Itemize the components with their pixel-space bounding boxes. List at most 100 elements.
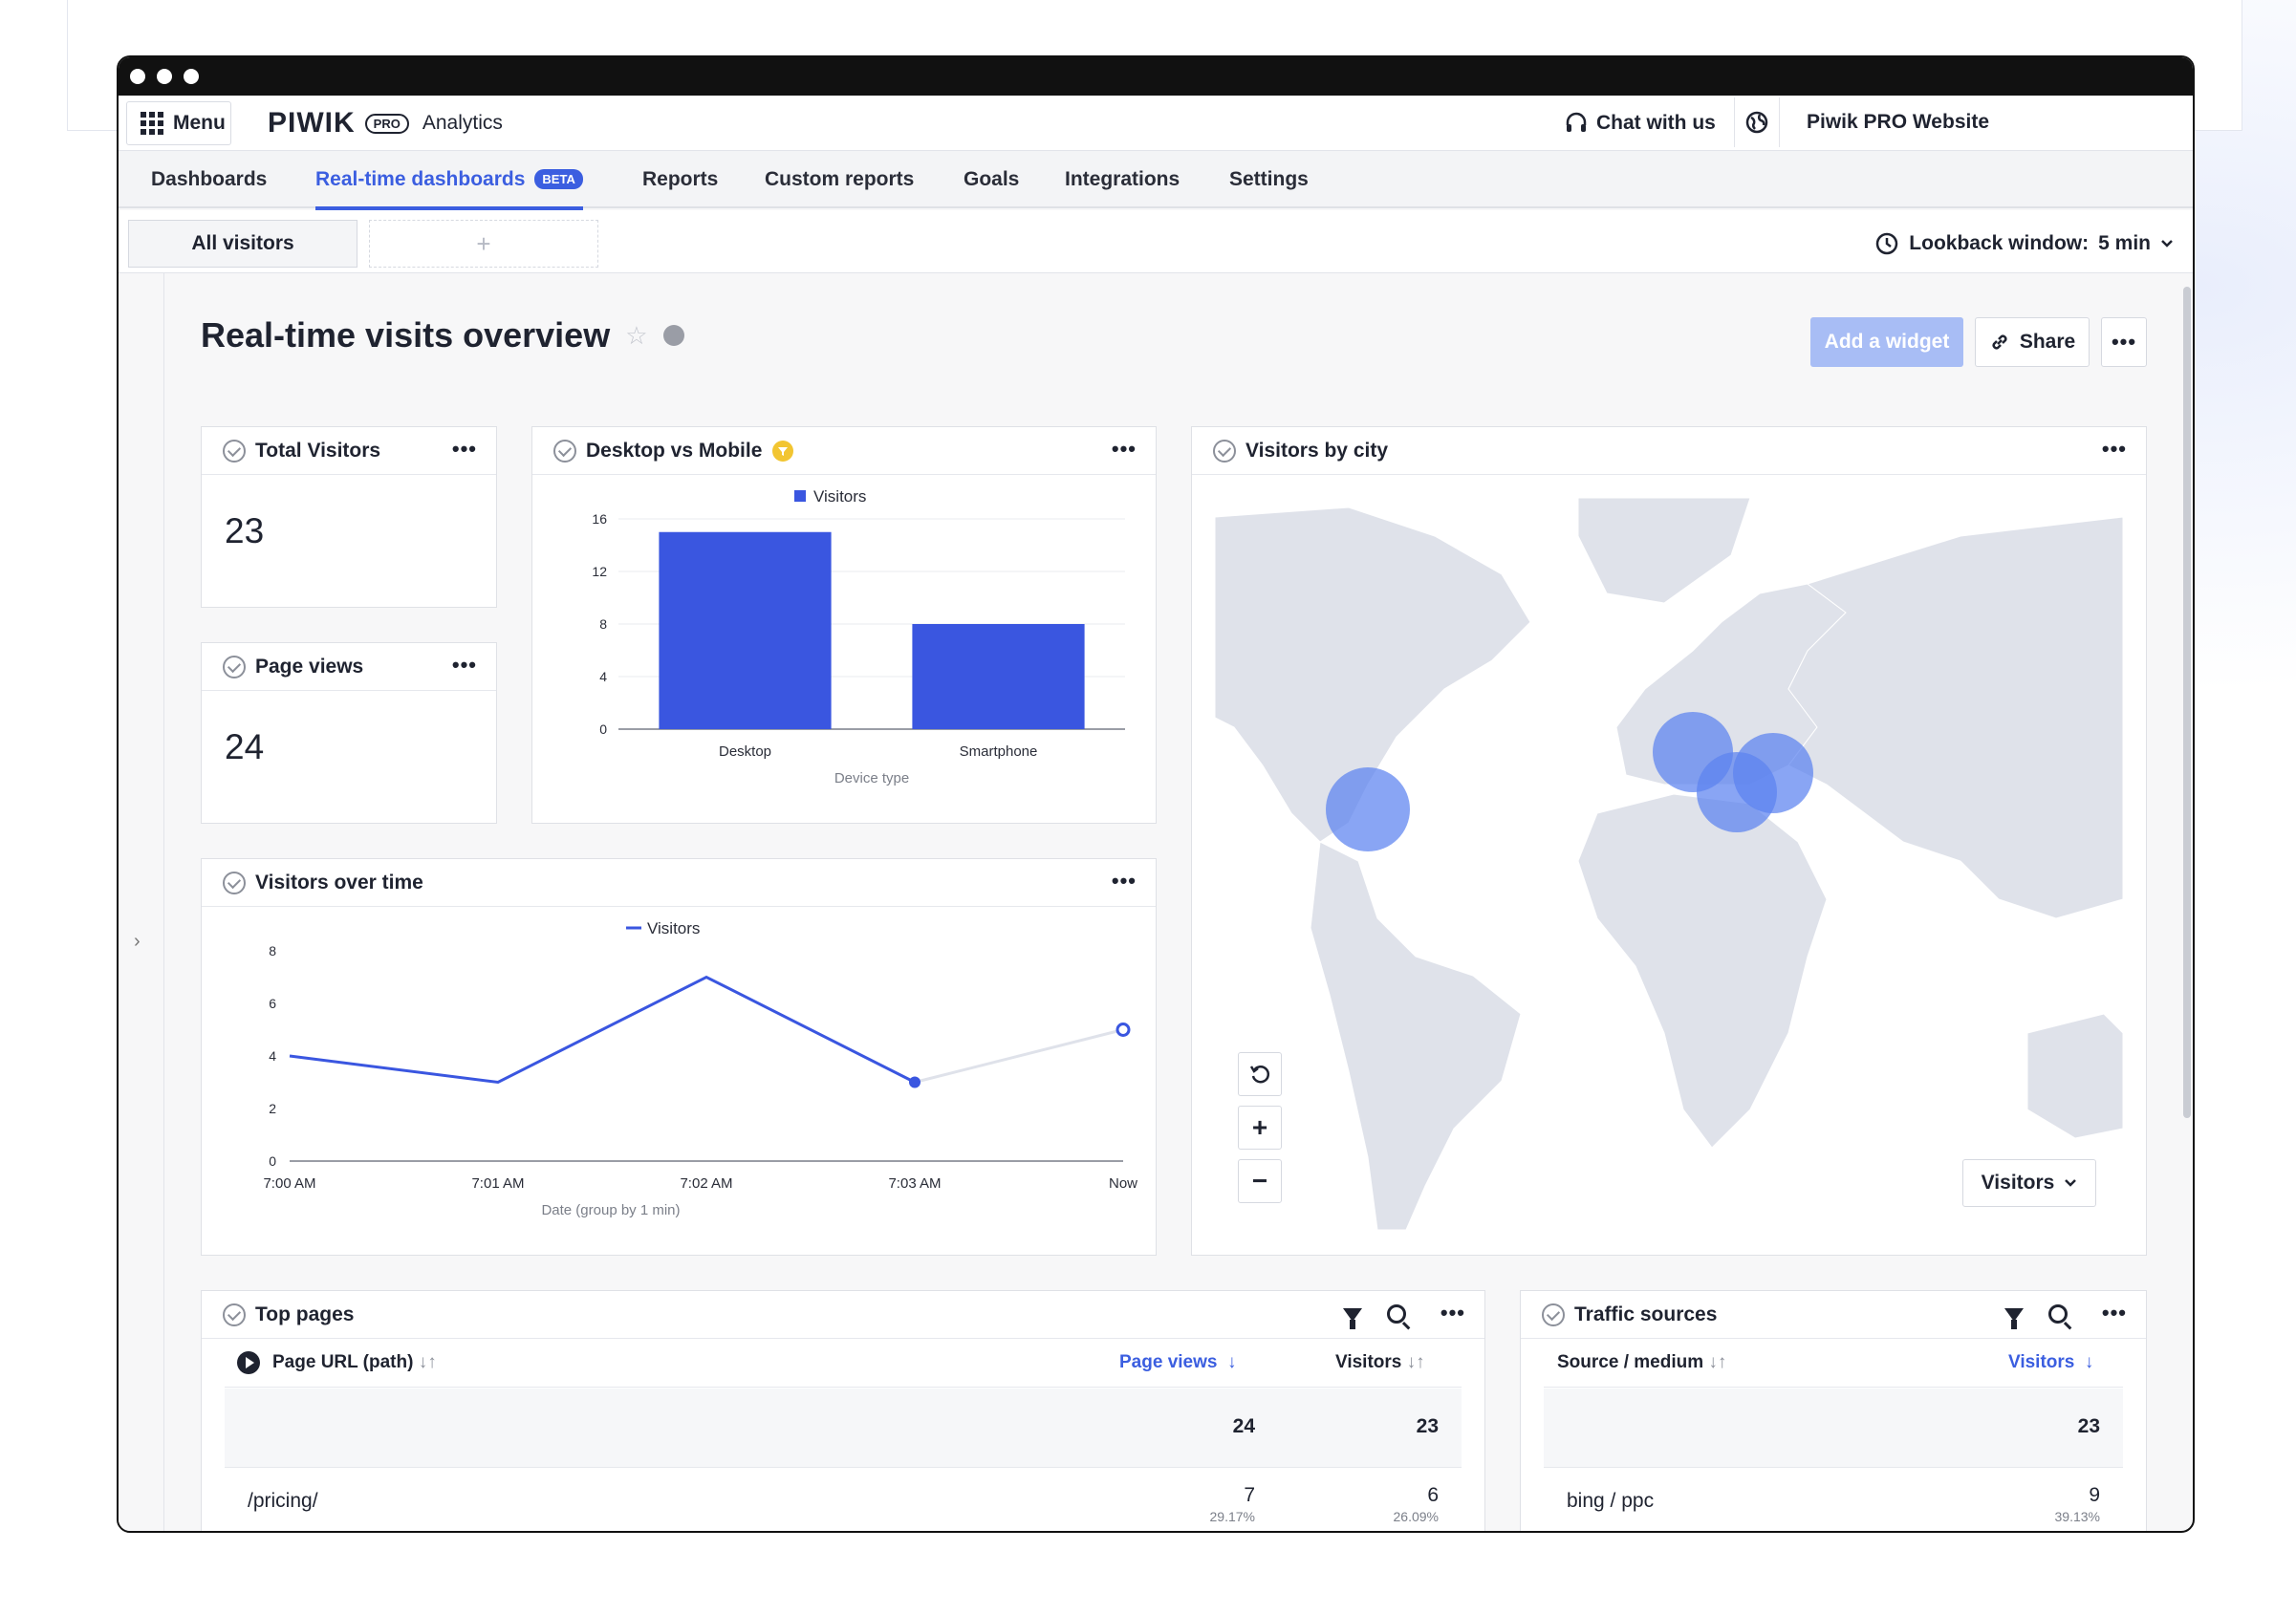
- y-tick-label: 4: [269, 1048, 276, 1064]
- col-page-views[interactable]: Page views ↓: [1119, 1352, 1237, 1373]
- row-source[interactable]: bing / ppc: [1567, 1490, 1654, 1513]
- window-dot-close[interactable]: [130, 69, 145, 84]
- col-page-url[interactable]: Page URL (path) ↓↑: [272, 1352, 437, 1373]
- share-button[interactable]: Share: [1975, 317, 2090, 367]
- widget-title: Total Visitors: [255, 439, 381, 462]
- divider: [225, 1387, 1462, 1388]
- col-visitors-label: Visitors: [2008, 1352, 2075, 1372]
- widget-more-button[interactable]: •••: [1440, 1301, 1465, 1325]
- widget-page-views: Page views ••• 24: [201, 642, 497, 824]
- logo[interactable]: PIWIK PRO Analytics: [268, 107, 503, 140]
- check-circle-icon: [1213, 439, 1236, 463]
- y-tick-label: 12: [592, 564, 607, 579]
- row-visitors-pct: 26.09%: [1393, 1509, 1439, 1524]
- col-source-medium[interactable]: Source / medium ↓↑: [1557, 1352, 1726, 1373]
- map-bubble-europe-central[interactable]: [1697, 752, 1777, 832]
- world-map[interactable]: [1215, 498, 2123, 1230]
- menu-button[interactable]: Menu: [126, 101, 231, 145]
- window-dot-minimize[interactable]: [157, 69, 172, 84]
- main-nav: Dashboards Real-time dashboards BETA Repo…: [119, 151, 2193, 210]
- dashboard-tabs-bar: All visitors + Lookback window: 5 min: [119, 210, 2193, 273]
- nav-dashboards[interactable]: Dashboards: [151, 168, 267, 191]
- col-source-label: Source / medium: [1557, 1352, 1704, 1372]
- search-icon[interactable]: [1387, 1304, 1406, 1324]
- widget-title: Desktop vs Mobile: [586, 439, 763, 462]
- nav-integrations[interactable]: Integrations: [1065, 168, 1180, 191]
- app-window: Menu PIWIK PRO Analytics Chat with us Pi…: [117, 55, 2195, 1533]
- nav-real-time-dashboards[interactable]: Real-time dashboards BETA: [315, 168, 583, 210]
- bar-chart: Visitors 0 4 8 12 16 Desktop Smartphone Device t…: [592, 487, 1125, 786]
- widget-header: Traffic sources •••: [1521, 1291, 2146, 1339]
- data-point-now[interactable]: [1116, 1023, 1131, 1037]
- y-tick-label: 8: [269, 943, 276, 958]
- add-tab-button[interactable]: +: [369, 220, 598, 268]
- x-tick-label: Smartphone: [960, 743, 1038, 760]
- add-widget-button[interactable]: Add a widget: [1810, 317, 1963, 367]
- widget-header: Visitors over time •••: [202, 859, 1156, 907]
- logo-text: PIWIK: [268, 107, 356, 139]
- widget-title: Page views: [255, 655, 364, 678]
- map-reset-button[interactable]: [1238, 1052, 1282, 1096]
- window-dot-maximize[interactable]: [184, 69, 199, 84]
- lookback-window[interactable]: Lookback window: 5 min: [1874, 231, 2174, 256]
- filter-icon[interactable]: [2004, 1308, 2024, 1329]
- line-chart: Visitors 0 2 4 6 8 7:00 AM 7:01 AM 7:02 AM 7:03 A…: [263, 919, 1137, 1218]
- x-axis-label: Date (group by 1 min): [541, 1202, 680, 1218]
- check-circle-icon: [223, 871, 246, 894]
- row-url[interactable]: /pricing/: [248, 1490, 318, 1513]
- widget-more-button[interactable]: •••: [2102, 1301, 2127, 1325]
- row-page-views-pct: 29.17%: [1209, 1509, 1255, 1524]
- row-page-views: 7: [1244, 1484, 1255, 1506]
- lookback-value: 5 min: [2098, 232, 2151, 254]
- widget-title: Top pages: [255, 1303, 355, 1325]
- map-zoom-in-button[interactable]: +: [1238, 1106, 1282, 1150]
- nav-custom-reports[interactable]: Custom reports: [765, 168, 914, 191]
- widget-more-button[interactable]: •••: [452, 653, 477, 678]
- page-views-value: 24: [225, 727, 265, 766]
- y-tick-label: 16: [592, 511, 607, 527]
- widget-more-button[interactable]: •••: [452, 437, 477, 462]
- widget-visitors-by-city: Visitors by city ••• + − Visitors: [1191, 426, 2147, 1256]
- map-zoom-out-button[interactable]: −: [1238, 1159, 1282, 1203]
- nav-settings[interactable]: Settings: [1229, 168, 1309, 191]
- page-more-button[interactable]: •••: [2101, 317, 2147, 367]
- filter-icon[interactable]: [1343, 1308, 1362, 1329]
- y-tick-label: 4: [599, 669, 607, 684]
- page-title-wrap: Real-time visits overview ☆: [201, 315, 684, 355]
- widget-more-button[interactable]: •••: [1112, 869, 1137, 894]
- bar-smartphone[interactable]: [912, 624, 1085, 729]
- bar-desktop[interactable]: [659, 531, 832, 729]
- col-visitors[interactable]: Visitors ↓: [2008, 1352, 2093, 1373]
- star-icon[interactable]: ☆: [625, 321, 647, 351]
- map-metric-select[interactable]: Visitors: [1962, 1159, 2096, 1207]
- chat-button[interactable]: Chat with us: [1564, 111, 1716, 136]
- site-selector[interactable]: Piwik PRO Website: [1807, 111, 1989, 134]
- expand-sidebar-icon[interactable]: ›: [134, 931, 141, 953]
- nav-goals[interactable]: Goals: [964, 168, 1019, 191]
- page-title: Real-time visits overview: [201, 315, 611, 355]
- filter-badge-icon[interactable]: [771, 440, 794, 463]
- chevron-down-icon: [2161, 240, 2173, 248]
- scrollbar[interactable]: [2183, 287, 2191, 1118]
- col-visitors[interactable]: Visitors ↓↑: [1335, 1352, 1425, 1373]
- total-page-views: 24: [1232, 1415, 1255, 1437]
- x-tick-label: 7:03 AM: [888, 1175, 941, 1192]
- app-bar: Menu PIWIK PRO Analytics Chat with us Pi…: [119, 96, 2193, 151]
- data-point[interactable]: [909, 1076, 921, 1088]
- series-line-live: [914, 1028, 1124, 1084]
- row-visitors-pct: 39.13%: [2054, 1509, 2100, 1524]
- row-visitors: 6: [1427, 1484, 1439, 1506]
- col-visitors-label: Visitors: [1335, 1352, 1402, 1372]
- widget-more-button[interactable]: •••: [1112, 437, 1137, 462]
- widget-more-button[interactable]: •••: [2102, 437, 2127, 462]
- menu-label: Menu: [173, 112, 226, 134]
- nav-reports[interactable]: Reports: [642, 168, 718, 191]
- widget-title: Traffic sources: [1574, 1303, 1718, 1325]
- x-tick-label: 7:00 AM: [263, 1175, 315, 1192]
- col-page-url-label: Page URL (path): [272, 1352, 414, 1372]
- map-bubble-north-america[interactable]: [1326, 767, 1410, 851]
- search-icon[interactable]: [2048, 1304, 2068, 1324]
- site-globe-button[interactable]: [1734, 97, 1780, 147]
- widget-traffic-sources: Traffic sources ••• Source / medium ↓↑ V…: [1520, 1290, 2147, 1531]
- tab-all-visitors[interactable]: All visitors: [128, 220, 357, 268]
